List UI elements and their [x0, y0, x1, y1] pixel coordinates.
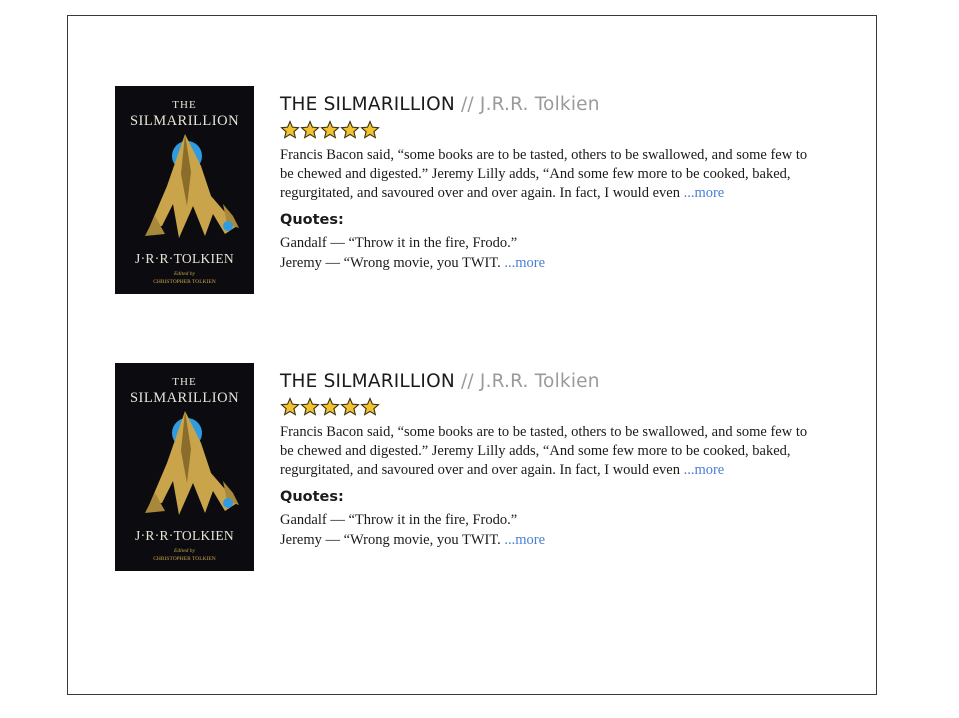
book-cover[interactable]: THE SILMARILLION J·R·R·TOLKIEN Edited by…: [115, 86, 254, 294]
book-author[interactable]: J.R.R. Tolkien: [480, 94, 600, 115]
title-separator: //: [454, 94, 480, 115]
star-icon: [320, 120, 340, 140]
cover-art: THE SILMARILLION J·R·R·TOLKIEN Edited by…: [130, 376, 239, 562]
book-cover[interactable]: THE SILMARILLION J·R·R·TOLKIEN Edited by…: [115, 363, 254, 571]
cover-author: J·R·R·TOLKIEN: [135, 251, 234, 266]
quotes-more-link[interactable]: ...more: [504, 532, 545, 548]
book-title[interactable]: THE SILMARILLION: [280, 94, 455, 115]
cover-title-line2: SILMARILLION: [130, 113, 239, 129]
book-title[interactable]: THE SILMARILLION: [280, 371, 455, 392]
book-details: THE SILMARILLION // J.R.R. Tolkien Franc…: [280, 94, 820, 273]
star-icon: [320, 397, 340, 417]
quote-text: Jeremy — “Wrong movie, you TWIT.: [280, 255, 505, 271]
book-heading: THE SILMARILLION // J.R.R. Tolkien: [280, 371, 820, 393]
star-icon: [300, 120, 320, 140]
quote-item: Gandalf — “Throw it in the fire, Frodo.”: [280, 235, 518, 251]
star-rating: [280, 397, 820, 417]
star-icon: [300, 397, 320, 417]
cover-title-line1: THE: [172, 99, 196, 111]
star-icon: [360, 120, 380, 140]
book-entry: THE SILMARILLION J·R·R·TOLKIEN Edited by…: [68, 293, 876, 571]
cover-edited-by: Edited by: [173, 548, 195, 554]
page-frame: THE SILMARILLION J·R·R·TOLKIEN Edited by…: [67, 15, 877, 695]
star-icon: [340, 120, 360, 140]
description-text: Francis Bacon said, “some books are to b…: [280, 147, 808, 201]
star-icon: [280, 120, 300, 140]
star-icon: [280, 397, 300, 417]
cover-title-line1: THE: [172, 376, 196, 388]
description-text: Francis Bacon said, “some books are to b…: [280, 424, 808, 478]
quotes-list: Gandalf — “Throw it in the fire, Frodo.”…: [280, 233, 820, 273]
star-icon: [360, 397, 380, 417]
star-icon: [340, 397, 360, 417]
description-more-link[interactable]: ...more: [684, 185, 725, 201]
cover-editor: CHRISTOPHER TOLKIEN: [153, 279, 216, 285]
book-description: Francis Bacon said, “some books are to b…: [280, 423, 810, 480]
quote-text: Jeremy — “Wrong movie, you TWIT.: [280, 532, 505, 548]
book-description: Francis Bacon said, “some books are to b…: [280, 146, 810, 203]
description-more-link[interactable]: ...more: [684, 462, 725, 478]
star-rating: [280, 120, 820, 140]
cover-title-line2: SILMARILLION: [130, 390, 239, 406]
cover-author: J·R·R·TOLKIEN: [135, 528, 234, 543]
cover-editor: CHRISTOPHER TOLKIEN: [153, 556, 216, 562]
book-details: THE SILMARILLION // J.R.R. Tolkien Franc…: [280, 371, 820, 550]
book-entry: THE SILMARILLION J·R·R·TOLKIEN Edited by…: [68, 16, 876, 294]
title-separator: //: [454, 371, 480, 392]
quotes-list: Gandalf — “Throw it in the fire, Frodo.”…: [280, 510, 820, 550]
book-author[interactable]: J.R.R. Tolkien: [480, 371, 600, 392]
quote-item: Jeremy — “Wrong movie, you TWIT. ...more: [280, 530, 820, 550]
quotes-heading: Quotes:: [280, 489, 344, 505]
quote-item: Jeremy — “Wrong movie, you TWIT. ...more: [280, 253, 820, 273]
quote-item: Gandalf — “Throw it in the fire, Frodo.”: [280, 512, 518, 528]
book-heading: THE SILMARILLION // J.R.R. Tolkien: [280, 94, 820, 116]
cover-art: THE SILMARILLION J·R·R·TOLKIEN Edited by…: [130, 99, 239, 285]
cover-edited-by: Edited by: [173, 271, 195, 277]
quotes-heading: Quotes:: [280, 212, 344, 228]
quotes-more-link[interactable]: ...more: [504, 255, 545, 271]
